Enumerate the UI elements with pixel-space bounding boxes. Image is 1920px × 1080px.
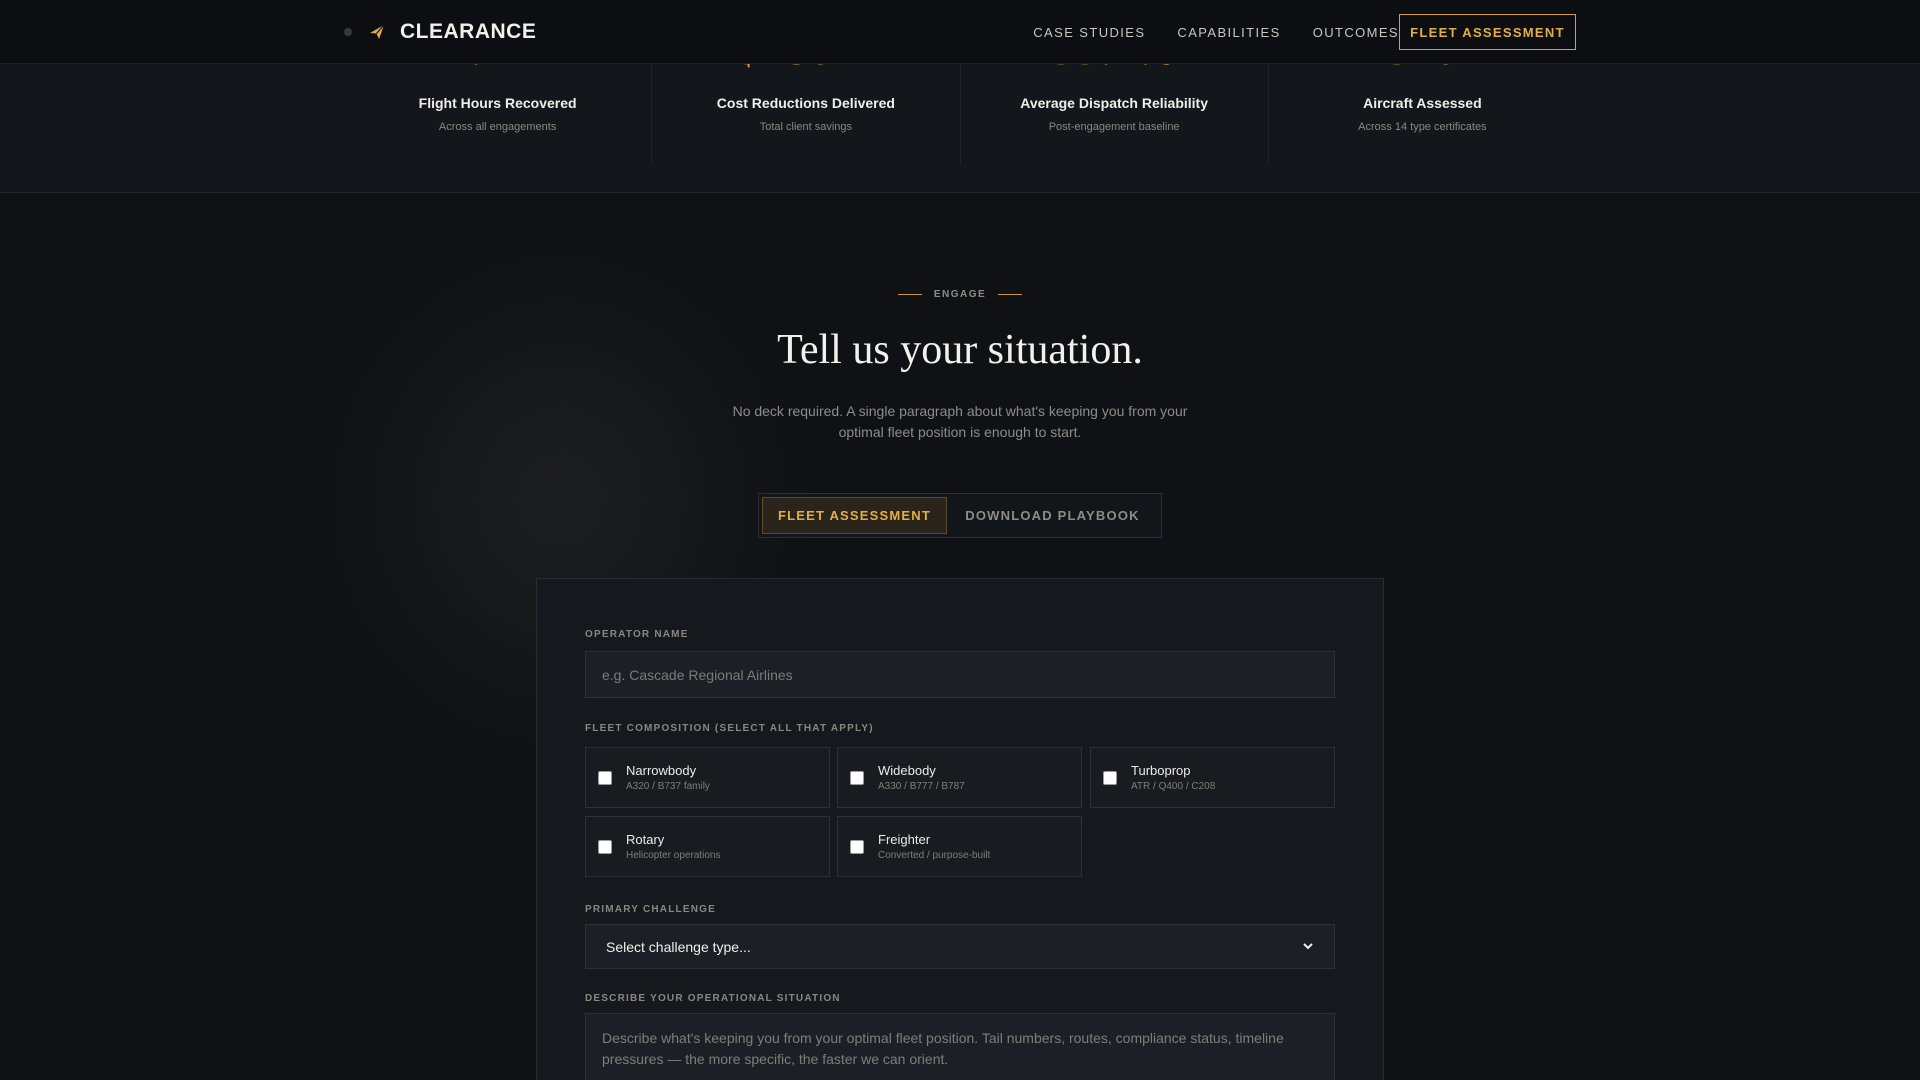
stat-sub: Across all engagements [438,121,557,133]
option-title: Narrowbody [626,763,697,778]
fleet-option-rotary[interactable]: Rotary Helicopter operations [585,816,830,877]
section-lede: No deck required. A single paragraph abo… [732,403,1188,440]
chevron-down-icon [1302,939,1314,955]
checkbox[interactable] [598,839,612,854]
situation-textarea[interactable]: Describe what's keeping you from your op… [585,1013,1335,1080]
stat-label: Flight Hours Recovered [418,95,577,111]
brand[interactable]: CLEARANCE [344,20,536,44]
operator-name-input[interactable] [585,651,1335,698]
option-sub: Converted / purpose-built [878,850,991,861]
tab-fleet-assessment[interactable]: FLEET ASSESSMENT [762,497,947,534]
fleet-option-widebody[interactable]: Widebody A330 / B777 / B787 [837,747,1082,808]
fleet-option-turboprop[interactable]: Turboprop ATR / Q400 / C208 [1090,747,1335,808]
option-title: Freighter [878,832,931,847]
eyebrow: ENGAGE [0,289,1920,300]
option-title: Widebody [878,763,936,778]
stat-label: Aircraft Assessed [1363,95,1482,111]
main-nav: CASE STUDIES CAPABILITIES OUTCOMES [1001,0,1399,64]
checkbox[interactable] [598,770,612,785]
eyebrow-line-left [897,294,922,295]
plane-icon [368,23,386,41]
form-tabs: FLEET ASSESSMENT DOWNLOAD PLAYBOOK [758,493,1162,538]
section-headline: Tell us your situation. [777,327,1143,373]
fleet-option-freighter[interactable]: Freighter Converted / purpose-built [837,816,1082,877]
primary-challenge-select[interactable]: Select challenge type... [585,924,1335,969]
stat-sub: Total client savings [759,121,853,133]
checkbox[interactable] [1103,770,1117,785]
site-header: CLEARANCE CASE STUDIES CAPABILITIES OUTC… [0,0,1920,64]
checkbox[interactable] [850,770,864,785]
fleet-assessment-button[interactable]: FLEET ASSESSMENT [1399,14,1576,50]
option-title: Turboprop [1131,763,1191,778]
assessment-form: OPERATOR NAME FLEET COMPOSITION (SELECT … [536,578,1384,1080]
stat-label: Average Dispatch Reliability [1020,95,1209,111]
brand-name: CLEARANCE [400,20,537,43]
stat-label: Cost Reductions Delivered [716,95,895,111]
nav-case-studies[interactable]: CASE STUDIES [1033,25,1145,40]
select-value: Select challenge type... [606,938,751,955]
nav-outcomes[interactable]: OUTCOMES [1313,25,1399,40]
page: 2.1M Flight Hours Recovered Across all e… [0,0,1920,1080]
option-sub: ATR / Q400 / C208 [1131,781,1216,792]
eyebrow-line-right [998,294,1023,295]
stat-sub: Across 14 type certificates [1358,121,1487,133]
fleet-composition-label: FLEET COMPOSITION (SELECT ALL THAT APPLY… [585,723,874,734]
operator-name-label: OPERATOR NAME [585,629,689,640]
fleet-option-narrowbody[interactable]: Narrowbody A320 / B737 family [585,747,830,808]
primary-challenge-label: PRIMARY CHALLENGE [585,904,716,915]
option-title: Rotary [626,832,665,847]
status-dot [344,28,352,36]
nav-capabilities[interactable]: CAPABILITIES [1177,25,1280,40]
situation-label: DESCRIBE YOUR OPERATIONAL SITUATION [585,993,841,1004]
eyebrow-text: ENGAGE [933,289,987,300]
option-sub: A320 / B737 family [626,781,710,792]
stat-sub: Post-engagement baseline [1048,121,1180,133]
tab-download-playbook[interactable]: DOWNLOAD PLAYBOOK [947,497,1158,534]
option-sub: A330 / B777 / B787 [878,781,965,792]
checkbox[interactable] [850,839,864,854]
option-sub: Helicopter operations [626,850,721,861]
